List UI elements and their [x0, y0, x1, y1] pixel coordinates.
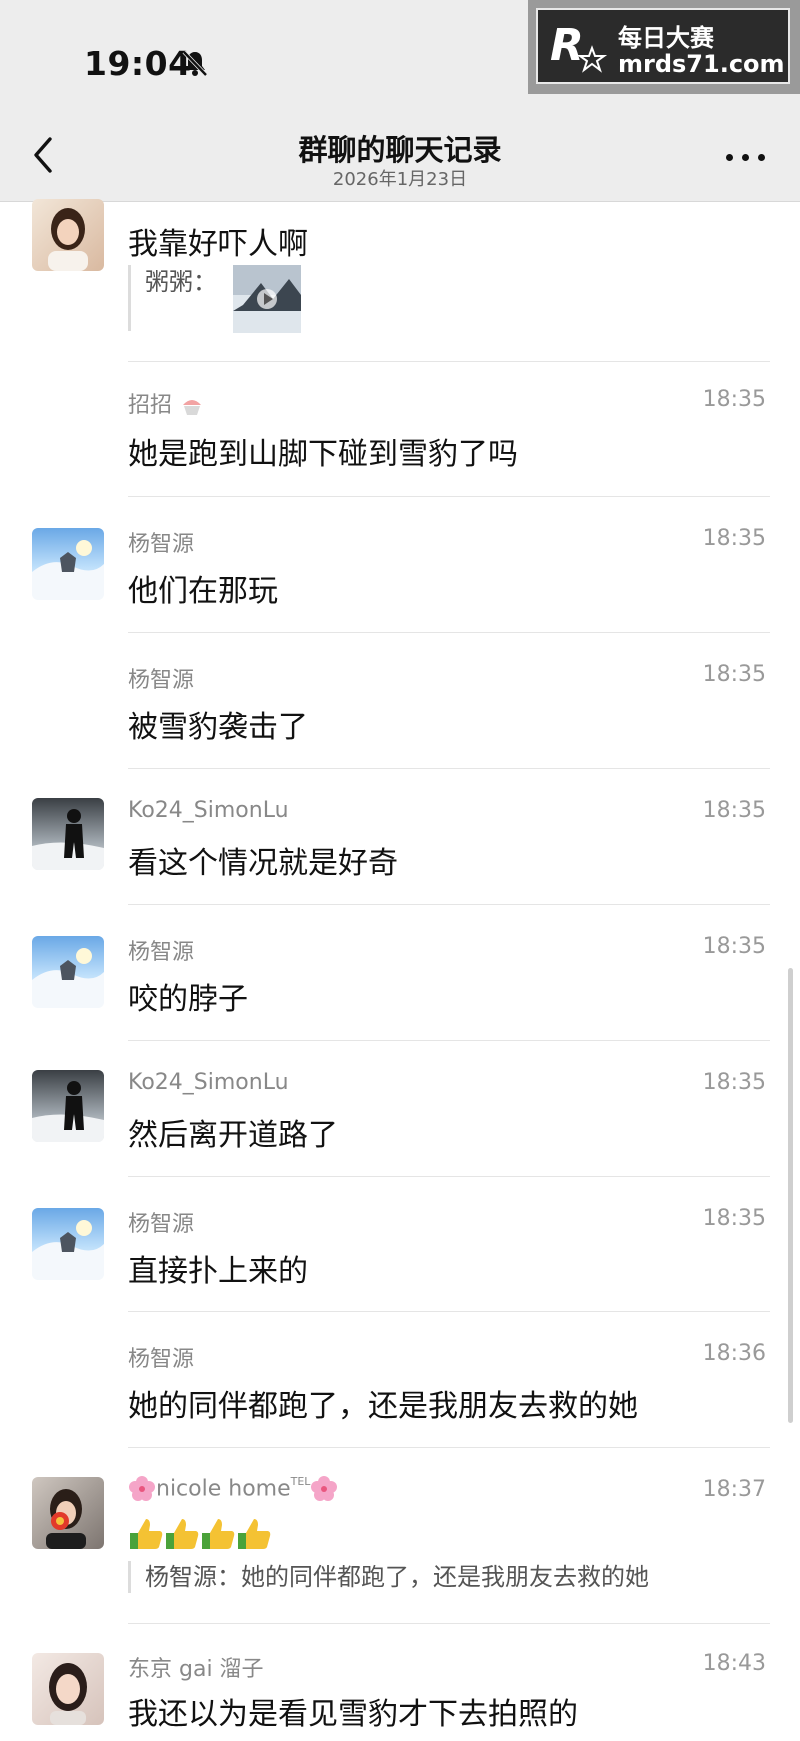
- message-time: 18:35: [702, 662, 766, 687]
- watermark-title: 每日大赛: [618, 24, 714, 52]
- sender-name: 杨智源: [128, 1212, 195, 1237]
- sender-name: 东京 gai 溜子: [128, 1657, 264, 1682]
- cherry-blossom-icon: [311, 1476, 338, 1501]
- divider: [128, 361, 770, 362]
- divider: [128, 1311, 770, 1312]
- divider: [128, 496, 770, 497]
- avatar[interactable]: [32, 528, 104, 600]
- message-text: 我靠好吓人啊: [128, 227, 308, 262]
- muted-bell-icon: [182, 50, 208, 77]
- thumbs-up-icon: [166, 1519, 199, 1549]
- divider: [128, 1623, 770, 1624]
- divider: [128, 1040, 770, 1041]
- message-text: 咬的脖子: [128, 982, 248, 1017]
- thumbs-up-icon: [130, 1519, 163, 1549]
- message-time: 18:35: [702, 1070, 766, 1095]
- message-text: 她是跑到山脚下碰到雪豹了吗: [128, 437, 518, 472]
- nav-bar: 群聊的聊天记录 2026年1月23日: [0, 115, 800, 202]
- sender-name: 招招: [128, 387, 205, 419]
- thumbs-up-icon: [202, 1519, 235, 1549]
- scrollbar[interactable]: [788, 968, 793, 1423]
- sender-name: 杨智源: [128, 532, 195, 557]
- message-time: 18:35: [702, 934, 766, 959]
- divider: [128, 632, 770, 633]
- divider: [128, 904, 770, 905]
- page-title: 群聊的聊天记录: [298, 133, 502, 167]
- sender-name: 杨智源: [128, 668, 195, 693]
- divider: [128, 768, 770, 769]
- status-time: 19:04: [84, 44, 192, 83]
- video-thumbnail[interactable]: [232, 265, 301, 333]
- cherry-blossom-icon: [129, 1476, 155, 1501]
- avatar[interactable]: [32, 1070, 104, 1142]
- watermark-logo-icon: R: [550, 20, 608, 73]
- message-time: 18:37: [702, 1477, 766, 1502]
- shaved-ice-icon: [183, 400, 202, 415]
- message-time: 18:36: [702, 1341, 766, 1366]
- message-text: 直接扑上来的: [128, 1254, 308, 1289]
- avatar[interactable]: [32, 1208, 104, 1280]
- message-time: 18:43: [702, 1651, 766, 1676]
- sender-name: 杨智源: [128, 940, 195, 965]
- more-options-icon[interactable]: [724, 152, 768, 164]
- avatar[interactable]: [32, 936, 104, 1008]
- message-quote[interactable]: 杨智源：她的同伴都跑了，还是我朋友去救的她: [128, 1561, 649, 1593]
- sender-name: Ko24_SimonLu: [128, 798, 289, 823]
- avatar[interactable]: [32, 1477, 104, 1549]
- sender-name: nicole homeTEL: [128, 1475, 338, 1503]
- sender-name: Ko24_SimonLu: [128, 1070, 289, 1095]
- message-text: 然后离开道路了: [128, 1118, 338, 1153]
- quote-author: 粥粥：: [145, 268, 217, 296]
- thumbs-up-icon: [238, 1519, 271, 1549]
- message-text: 他们在那玩: [128, 574, 278, 609]
- avatar[interactable]: [32, 1653, 104, 1725]
- watermark-url: mrds71.com: [618, 50, 785, 78]
- page-subtitle-date: 2026年1月23日: [332, 169, 468, 190]
- message-time: 18:35: [702, 387, 766, 412]
- message-time: 18:35: [702, 526, 766, 551]
- message-text: 她的同伴都跑了，还是我朋友去救的她: [128, 1389, 638, 1424]
- sender-name: 杨智源: [128, 1347, 195, 1372]
- divider: [128, 1447, 770, 1448]
- avatar[interactable]: [32, 798, 104, 870]
- message-time: 18:35: [702, 1206, 766, 1231]
- message-text: 我还以为是看见雪豹才下去拍照的: [128, 1697, 578, 1732]
- avatar[interactable]: [32, 199, 104, 271]
- thumbs-up-row: [128, 1515, 272, 1555]
- message-text: 看这个情况就是好奇: [128, 846, 398, 881]
- divider: [128, 1176, 770, 1177]
- svg-text:R: R: [550, 20, 584, 71]
- message-time: 18:35: [702, 798, 766, 823]
- message-quote[interactable]: 粥粥：: [128, 265, 301, 333]
- message-text: 被雪豹袭击了: [128, 710, 308, 745]
- watermark-badge: R 每日大赛 mrds71.com: [528, 0, 800, 94]
